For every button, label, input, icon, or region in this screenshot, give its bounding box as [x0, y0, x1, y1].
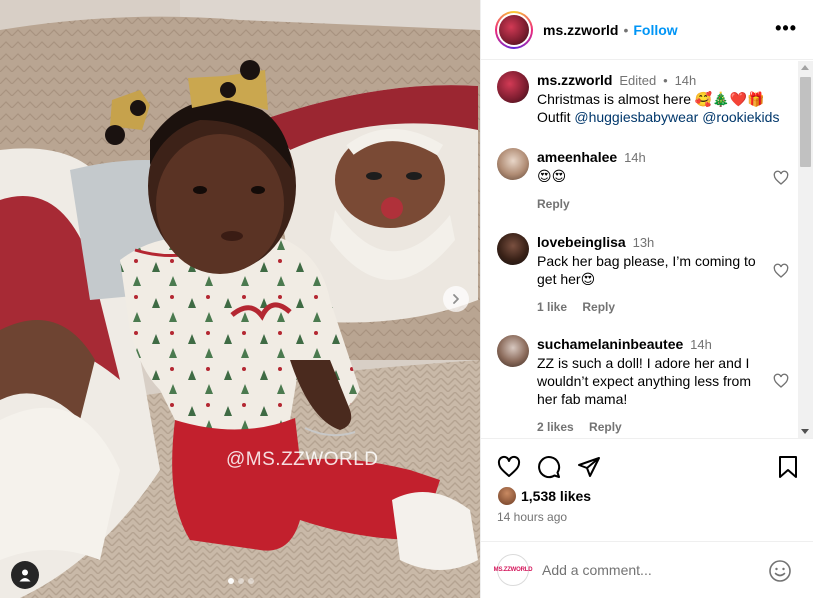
comment-input[interactable]	[542, 562, 752, 578]
comment-time: 14h	[624, 150, 646, 165]
header-separator: •	[623, 21, 629, 38]
liker-avatar[interactable]	[497, 486, 517, 506]
share-plane-icon[interactable]	[577, 455, 601, 479]
like-heart-icon[interactable]	[497, 455, 521, 479]
mention-link[interactable]: @rookiekids	[702, 109, 779, 125]
heart-icon[interactable]	[773, 263, 789, 279]
commenter-avatar[interactable]	[497, 233, 529, 265]
comment-time: 13h	[632, 235, 655, 250]
likes-summary: 1,538 likes	[497, 486, 591, 506]
reply-button[interactable]: Reply	[582, 300, 615, 314]
comment-time: 14h	[690, 337, 712, 352]
post-photo	[0, 0, 480, 598]
current-user-avatar: MS.ZZWORLD	[494, 554, 533, 586]
heart-icon[interactable]	[773, 373, 789, 389]
tagged-users-button[interactable]	[11, 561, 39, 589]
caption-time: 14h	[674, 73, 697, 88]
comment-bubble-icon[interactable]	[537, 455, 561, 479]
comments-scrollbar[interactable]	[798, 61, 813, 438]
carousel-dot	[248, 578, 254, 584]
emoji-icon[interactable]	[768, 559, 792, 583]
comment-item: lovebeinglisa 13h Pack her bag please, I…	[497, 233, 793, 316]
comment-text: ZZ is such a doll! I adore her and I wou…	[537, 355, 751, 407]
reply-button[interactable]: Reply	[537, 197, 570, 211]
caption-edited: Edited	[619, 73, 657, 88]
scroll-down-arrow[interactable]	[801, 429, 809, 434]
user-icon	[19, 569, 31, 582]
chevron-right-icon	[453, 294, 459, 304]
post-caption: ms.zzworld Edited • 14h Christmas is alm…	[497, 71, 793, 126]
comment-item: suchamelaninbeautee 14h ZZ is such a dol…	[497, 335, 793, 436]
scroll-up-arrow[interactable]	[801, 65, 809, 70]
caption-username[interactable]: ms.zzworld	[537, 72, 612, 88]
caption-author-avatar[interactable]	[497, 71, 529, 103]
post-actions-bar	[481, 438, 813, 493]
comment-username[interactable]: suchamelaninbeautee	[537, 336, 683, 352]
photo-watermark: @MS.ZZWORLD	[226, 449, 379, 470]
scroll-thumb[interactable]	[800, 77, 811, 167]
commenter-avatar[interactable]	[497, 335, 529, 367]
post-timestamp[interactable]: 14 hours ago	[497, 510, 567, 524]
author-avatar[interactable]	[495, 10, 533, 49]
save-bookmark-icon[interactable]	[777, 455, 799, 479]
carousel-next-button[interactable]	[443, 286, 469, 312]
post-header: ms.zzworld • Follow •••	[481, 0, 813, 60]
comment-username[interactable]: ameenhalee	[537, 149, 617, 165]
reply-button[interactable]: Reply	[589, 420, 622, 434]
carousel-dot	[228, 578, 234, 584]
comments-list[interactable]: ms.zzworld Edited • 14h Christmas is alm…	[481, 61, 799, 438]
heart-icon[interactable]	[773, 170, 789, 186]
caption-outfit-prefix: Outfit	[537, 109, 575, 125]
comment-username[interactable]: lovebeinglisa	[537, 234, 626, 250]
carousel-indicator	[228, 578, 254, 584]
likes-count[interactable]: 1,538 likes	[521, 488, 591, 504]
comment-text: 😍😍	[537, 168, 567, 184]
comment-likes[interactable]: 2 likes	[537, 420, 574, 434]
more-options-icon[interactable]: •••	[775, 18, 797, 39]
carousel-dot	[238, 578, 244, 584]
comment-text: Pack her bag please, I’m coming to get h…	[537, 253, 756, 287]
post-media[interactable]: @MS.ZZWORLD	[0, 0, 480, 598]
caption-outfit-line: Outfit @huggiesbabywear @rookiekids	[537, 108, 793, 126]
follow-button[interactable]: Follow	[633, 22, 677, 38]
caption-text: Christmas is almost here 🥰🎄❤️🎁	[537, 91, 765, 107]
post-details-panel: ms.zzworld • Follow ••• ms.zzworld Edite…	[480, 0, 813, 598]
mention-link[interactable]: @huggiesbabywear	[574, 109, 698, 125]
caption-dot: •	[663, 73, 668, 88]
comment-likes[interactable]: 1 like	[537, 300, 567, 314]
comment-item: ameenhalee 14h 😍😍 Reply	[497, 148, 793, 213]
add-comment-bar: MS.ZZWORLD	[481, 541, 813, 598]
author-username[interactable]: ms.zzworld	[543, 22, 618, 38]
commenter-avatar[interactable]	[497, 148, 529, 180]
